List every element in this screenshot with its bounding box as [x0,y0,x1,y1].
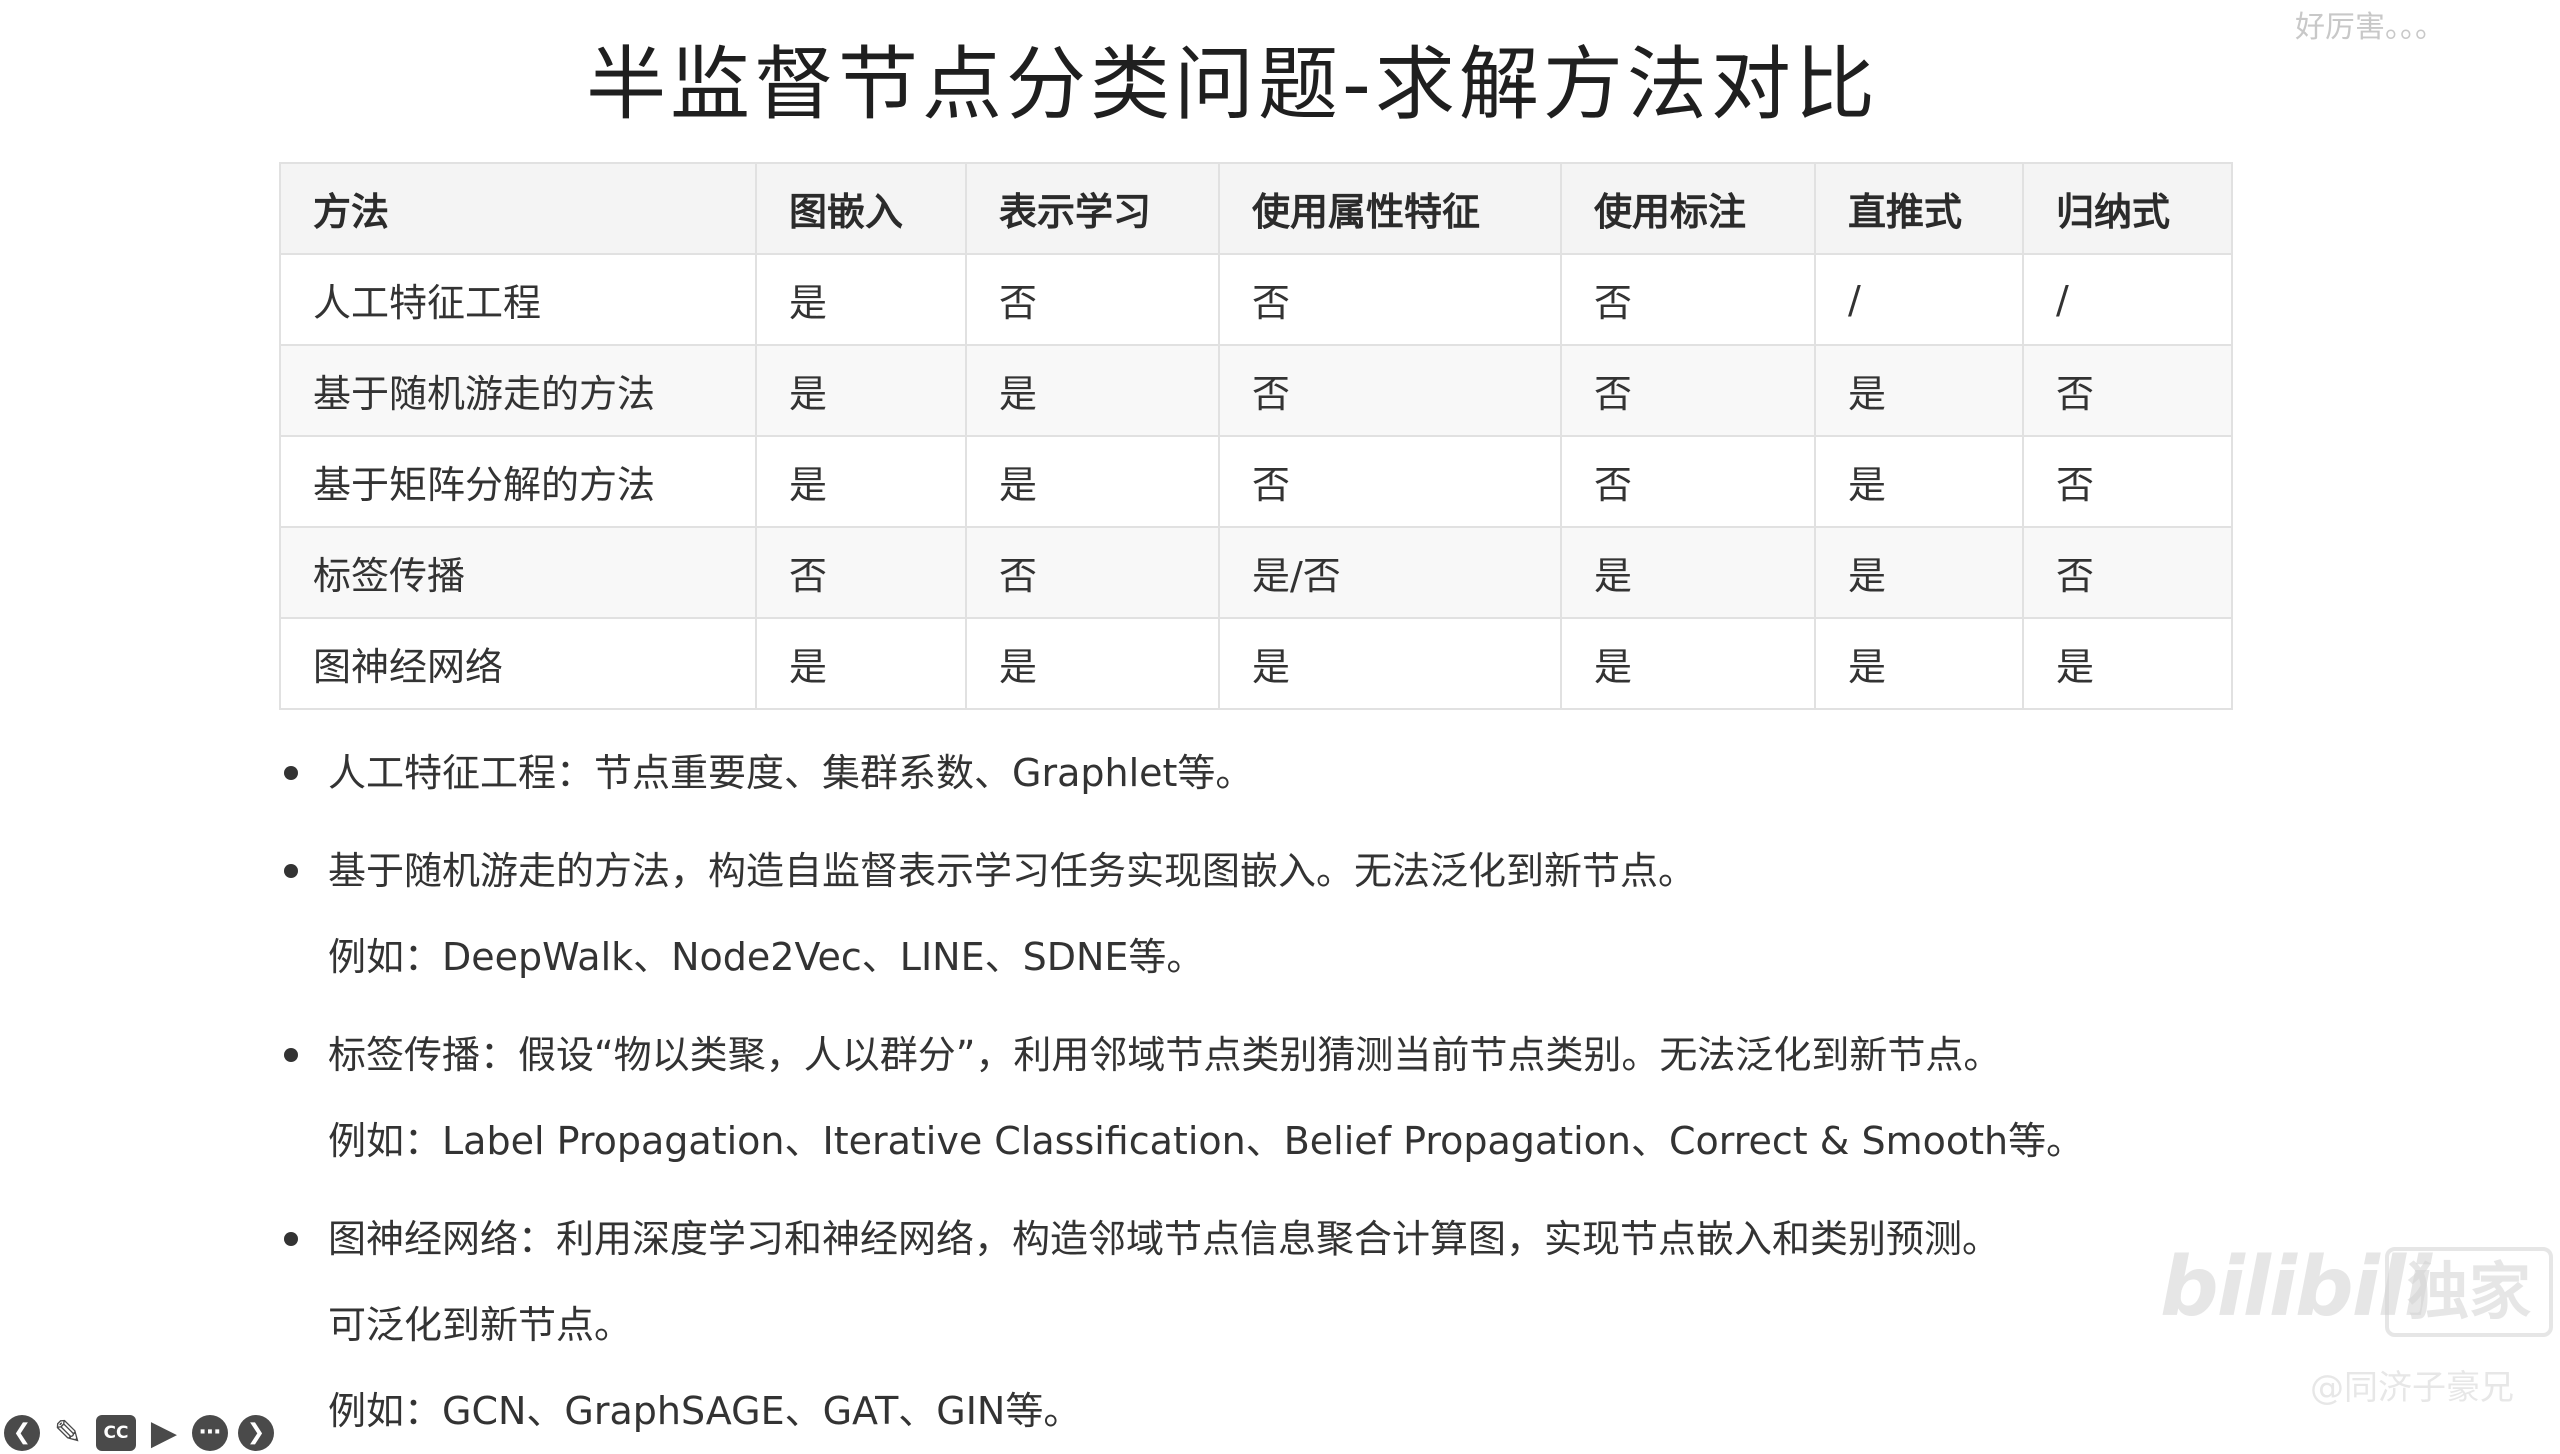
table-cell: 是 [1560,526,1816,619]
camera-toggle-button[interactable]: ▶ [146,1415,182,1451]
bullet-dot-icon [284,1048,298,1062]
pen-tool-button[interactable]: ✎ [50,1415,86,1451]
table-cell: 否 [1218,344,1562,437]
table-cell: 否 [1218,253,1562,346]
table-cell: 基于随机游走的方法 [279,344,757,437]
table-cell: 否 [2022,344,2233,437]
next-slide-button[interactable]: ❯ [238,1415,274,1451]
bullet-line: 可泛化到新节点。 [328,1303,633,1347]
bullet-line: 例如：Label Propagation、Iterative Classific… [328,1119,2085,1163]
table-cell: 是 [965,344,1220,437]
more-options-button[interactable]: ⋯ [192,1415,228,1451]
bullet-dot-icon [284,766,298,780]
table-header-cell: 方法 [279,162,757,255]
bullet-line: 人工特征工程：节点重要度、集群系数、Graphlet等。 [328,751,1254,795]
player-controls: ❮ ✎ CC ▶ ⋯ ❯ [4,1415,274,1451]
table-cell: 是 [1218,617,1562,710]
table-header-cell: 直推式 [1814,162,2024,255]
table-row: 基于矩阵分解的方法 是 是 否 否 是 否 [279,435,2233,528]
table-cell: 是 [755,617,967,710]
slide-title: 半监督节点分类问题-求解方法对比 [586,38,1879,131]
bullet-line: 基于随机游走的方法，构造自监督表示学习任务实现图嵌入。无法泛化到新节点。 [328,849,1697,893]
bullet-line: 图神经网络：利用深度学习和神经网络，构造邻域节点信息聚合计算图，实现节点嵌入和类… [328,1217,2001,1261]
table-cell: 人工特征工程 [279,253,757,346]
table-cell: 否 [1560,435,1816,528]
table-cell: 是 [1814,617,2024,710]
table-cell: 是 [2022,617,2233,710]
table-cell: 是 [755,344,967,437]
bullet-line: 标签传播：假设“物以类聚，人以群分”，利用邻域节点类别猜测当前节点类别。无法泛化… [328,1033,2002,1077]
table-row: 基于随机游走的方法 是 是 否 否 是 否 [279,344,2233,437]
table-cell: 是 [755,435,967,528]
table-cell: 否 [2022,526,2233,619]
table-header-cell: 使用标注 [1560,162,1816,255]
exclusive-badge: 独家 [2385,1247,2553,1337]
table-cell: 是 [1560,617,1816,710]
table-header-cell: 归纳式 [2022,162,2233,255]
list-item: 人工特征工程：节点重要度、集群系数、Graphlet等。 [280,730,2084,816]
table-cell: 是 [1814,435,2024,528]
list-item: 图神经网络：利用深度学习和神经网络，构造邻域节点信息聚合计算图，实现节点嵌入和类… [280,1196,2084,1454]
table-cell: 是 [755,253,967,346]
table-cell: / [1814,253,2024,346]
table-row: 人工特征工程 是 否 否 否 / / [279,253,2233,346]
comparison-table: 方法 图嵌入 表示学习 使用属性特征 使用标注 直推式 归纳式 人工特征工程 是… [279,162,2233,710]
list-item: 标签传播：假设“物以类聚，人以群分”，利用邻域节点类别猜测当前节点类别。无法泛化… [280,1012,2084,1184]
table-cell: 基于矩阵分解的方法 [279,435,757,528]
prev-slide-button[interactable]: ❮ [4,1415,40,1451]
table-cell: 是 [965,435,1220,528]
table-cell: 否 [2022,435,2233,528]
captions-button[interactable]: CC [96,1415,136,1451]
table-header-cell: 表示学习 [965,162,1220,255]
author-watermark: @同济子豪兄 [2310,1368,2514,1408]
table-cell: 是 [1814,344,2024,437]
table-cell: 图神经网络 [279,617,757,710]
table-row: 标签传播 否 否 是/否 是 是 否 [279,526,2233,619]
bullet-list: 人工特征工程：节点重要度、集群系数、Graphlet等。 基于随机游走的方法，构… [280,730,2084,1454]
table-cell: 否 [965,526,1220,619]
table-cell: / [2022,253,2233,346]
list-item: 基于随机游走的方法，构造自监督表示学习任务实现图嵌入。无法泛化到新节点。 例如：… [280,828,2084,1000]
table-cell: 否 [755,526,967,619]
bullet-dot-icon [284,864,298,878]
table-row: 图神经网络 是 是 是 是 是 是 [279,617,2233,710]
table-header-row: 方法 图嵌入 表示学习 使用属性特征 使用标注 直推式 归纳式 [279,162,2233,255]
table-header-cell: 图嵌入 [755,162,967,255]
bullet-line: 例如：DeepWalk、Node2Vec、LINE、SDNE等。 [328,935,1205,979]
table-header-cell: 使用属性特征 [1218,162,1562,255]
table-cell: 否 [1560,344,1816,437]
table-cell: 是 [1814,526,2024,619]
table-cell: 是/否 [1218,526,1562,619]
table-cell: 是 [965,617,1220,710]
table-cell: 标签传播 [279,526,757,619]
table-cell: 否 [1218,435,1562,528]
table-cell: 否 [965,253,1220,346]
bullet-dot-icon [284,1232,298,1246]
bullet-line: 例如：GCN、GraphSAGE、GAT、GIN等。 [328,1389,1082,1433]
table-cell: 否 [1560,253,1816,346]
